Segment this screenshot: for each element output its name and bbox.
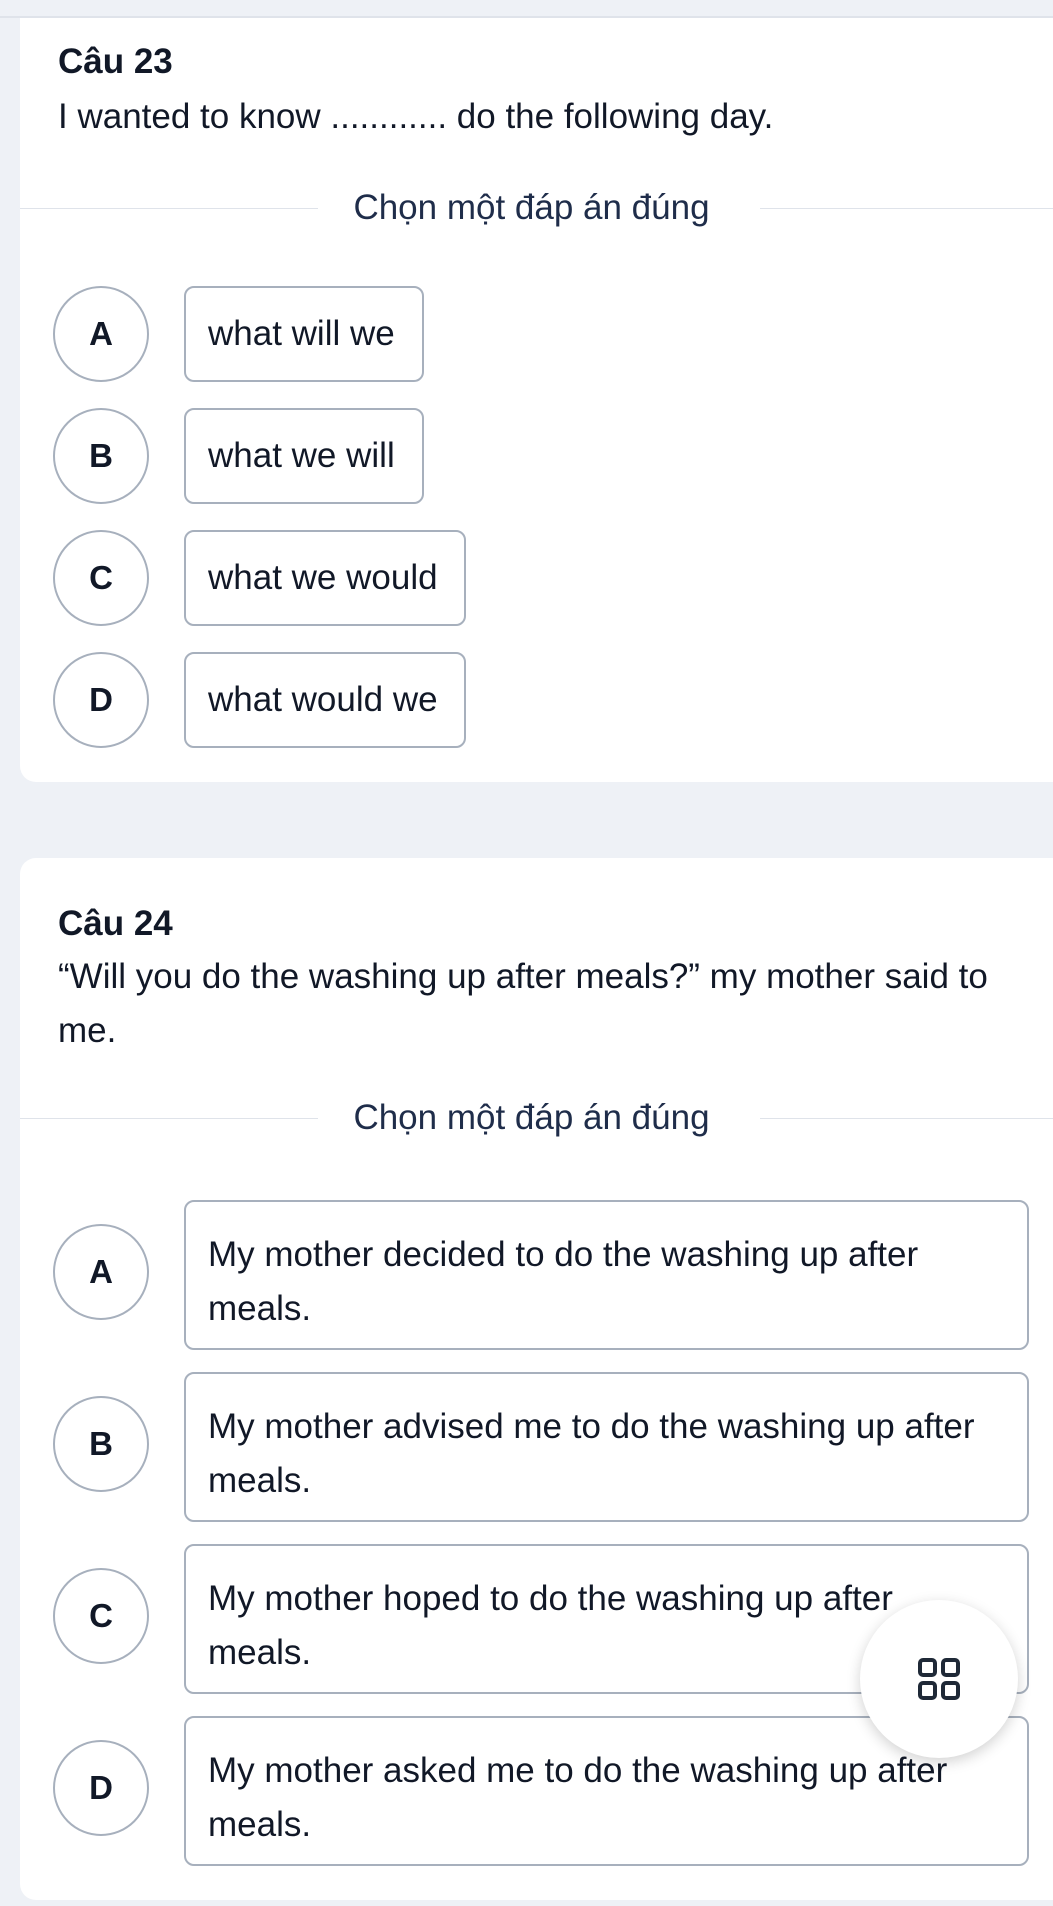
question-text: I wanted to know ............ do the fol…: [58, 97, 774, 136]
option-d[interactable]: what would we: [184, 652, 466, 748]
option-c-letter[interactable]: C: [53, 530, 149, 626]
question-text: “Will you do the washing up after meals?…: [58, 957, 988, 1050]
instruction-divider: Chọn một đáp án đúng: [20, 1098, 1053, 1138]
option-d-letter[interactable]: D: [53, 1740, 149, 1836]
option-c[interactable]: what we would: [184, 530, 466, 626]
question-grid-button[interactable]: [860, 1600, 1018, 1758]
instruction-divider: Chọn một đáp án đúng: [20, 188, 1053, 228]
option-a[interactable]: My mother decided to do the washing up a…: [184, 1200, 1029, 1350]
option-b[interactable]: My mother advised me to do the washing u…: [184, 1372, 1029, 1522]
option-b[interactable]: what we will: [184, 408, 424, 504]
option-b-letter[interactable]: B: [53, 408, 149, 504]
option-a-letter[interactable]: A: [53, 286, 149, 382]
instruction-label: Chọn một đáp án đúng: [353, 188, 710, 227]
option-a-letter[interactable]: A: [53, 1224, 149, 1320]
instruction-label: Chọn một đáp án đúng: [353, 1098, 710, 1137]
option-a[interactable]: what will we: [184, 286, 424, 382]
grid-icon: [918, 1658, 960, 1700]
question-title: Câu 24: [58, 904, 173, 943]
option-b-letter[interactable]: B: [53, 1396, 149, 1492]
option-c-letter[interactable]: C: [53, 1568, 149, 1664]
question-card-23: Câu 23 I wanted to know ............ do …: [20, 18, 1053, 782]
question-title: Câu 23: [58, 42, 173, 81]
option-d-letter[interactable]: D: [53, 652, 149, 748]
